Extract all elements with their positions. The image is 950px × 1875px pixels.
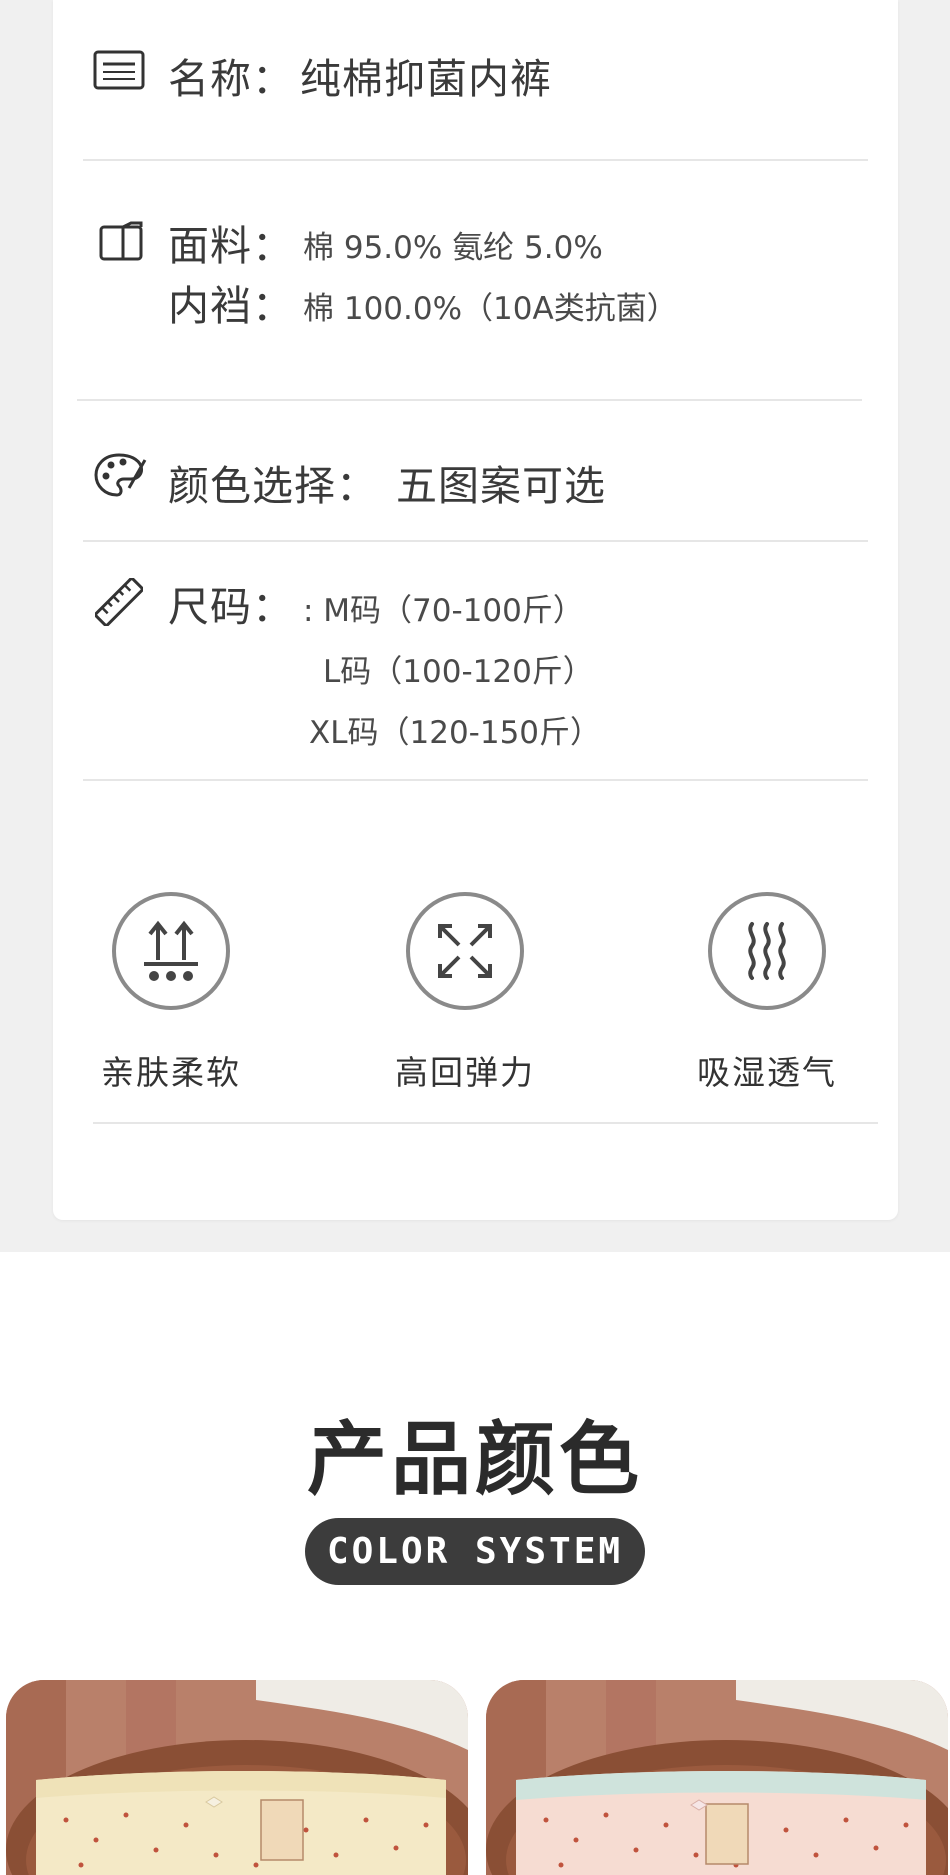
- color-section-title: 产品颜色: [307, 1413, 643, 1506]
- feature-label: 高回弹力: [395, 1053, 535, 1092]
- lining-value: 棉 100.0%（10A类抗菌）: [303, 291, 678, 327]
- color-value: 五图案可选: [396, 462, 606, 510]
- ruler-icon: [94, 577, 144, 630]
- feature-elastic: 高回弹力: [345, 892, 585, 1094]
- name-value: 纯棉抑菌内裤: [300, 55, 552, 103]
- size-xl: XL码（120-150斤）: [309, 715, 602, 751]
- color-label: 颜色选择：: [168, 462, 378, 510]
- product-photo-pink: [486, 1680, 948, 1875]
- size-label: 尺码：: [168, 583, 294, 631]
- color-system-badge: COLOR SYSTEM: [305, 1518, 645, 1585]
- product-photo-cream: [6, 1680, 468, 1875]
- fabric-label: 面料：: [168, 222, 294, 270]
- divider: [83, 779, 868, 781]
- breathable-waves-icon: [708, 892, 826, 1010]
- divider: [77, 399, 862, 401]
- feature-label: 吸湿透气: [697, 1053, 837, 1092]
- size-m: : M码（70-100斤）: [303, 593, 584, 629]
- name-label: 名称：: [168, 55, 294, 103]
- elastic-arrows-icon: [406, 892, 524, 1010]
- lining-label: 内裆：: [168, 282, 294, 330]
- fabric-value: 棉 95.0% 氨纶 5.0%: [303, 230, 603, 266]
- label-tag-icon: [93, 50, 145, 94]
- fabric-icon: [99, 221, 143, 265]
- palette-icon: [93, 452, 147, 502]
- divider: [83, 540, 868, 542]
- spec-card: 名称： 纯棉抑菌内裤 面料： 棉 95.0% 氨纶 5.0% 内裆： 棉 100…: [53, 0, 898, 1220]
- divider: [93, 1122, 878, 1124]
- divider: [83, 159, 868, 161]
- feature-label: 亲肤柔软: [101, 1053, 241, 1092]
- feature-breathable: 吸湿透气: [647, 892, 887, 1094]
- soft-touch-icon: [112, 892, 230, 1010]
- feature-soft: 亲肤柔软: [51, 892, 291, 1094]
- size-l: L码（100-120斤）: [323, 654, 594, 690]
